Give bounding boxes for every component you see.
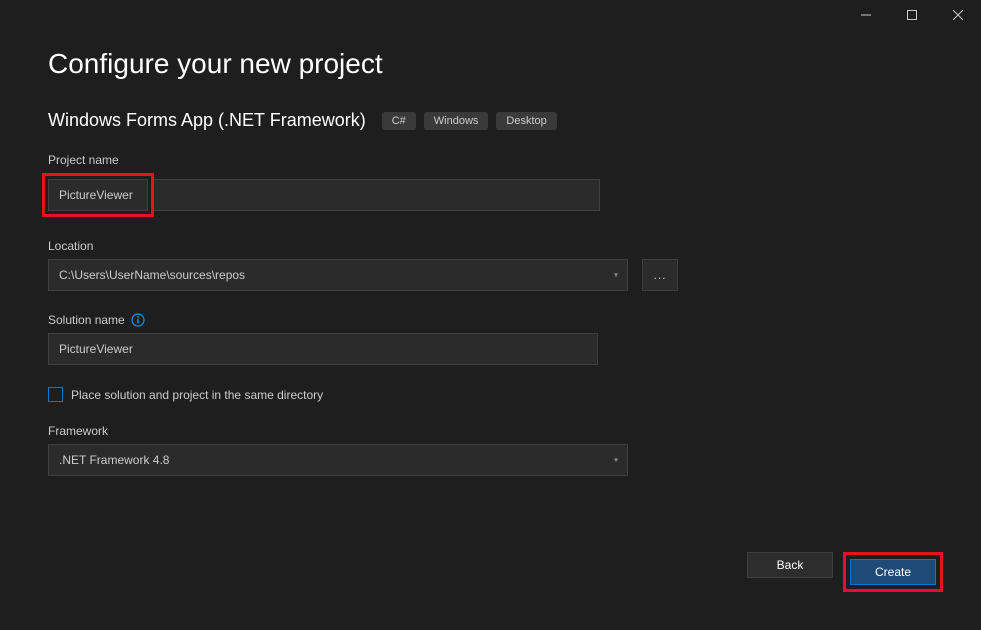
- solution-name-label: Solution name: [48, 313, 933, 327]
- framework-label: Framework: [48, 424, 933, 438]
- solution-name-label-text: Solution name: [48, 313, 125, 327]
- solution-name-input[interactable]: [48, 333, 598, 365]
- project-name-input-extension[interactable]: [154, 179, 600, 211]
- template-row: Windows Forms App (.NET Framework) C# Wi…: [48, 110, 933, 131]
- footer-buttons: Back Create: [747, 552, 943, 592]
- tag-group: C# Windows Desktop: [382, 112, 557, 130]
- same-directory-row[interactable]: Place solution and project in the same d…: [48, 387, 933, 402]
- browse-button[interactable]: ...: [642, 259, 678, 291]
- project-name-highlight: [42, 173, 154, 217]
- close-button[interactable]: [935, 0, 981, 30]
- tag-windows: Windows: [424, 112, 489, 130]
- project-name-field: Project name: [48, 153, 933, 217]
- info-icon[interactable]: [131, 313, 145, 327]
- location-input[interactable]: [48, 259, 628, 291]
- create-button[interactable]: Create: [850, 559, 936, 585]
- project-name-input[interactable]: [48, 179, 148, 211]
- create-button-highlight: Create: [843, 552, 943, 592]
- same-directory-label: Place solution and project in the same d…: [71, 388, 323, 402]
- tag-desktop: Desktop: [496, 112, 556, 130]
- tag-csharp: C#: [382, 112, 416, 130]
- location-label: Location: [48, 239, 933, 253]
- page-title: Configure your new project: [48, 48, 933, 80]
- template-name: Windows Forms App (.NET Framework): [48, 110, 366, 131]
- same-directory-checkbox[interactable]: [48, 387, 63, 402]
- framework-field: Framework ▾: [48, 424, 933, 476]
- framework-select[interactable]: [48, 444, 628, 476]
- location-field: Location ▾ ...: [48, 239, 933, 291]
- back-button[interactable]: Back: [747, 552, 833, 578]
- content-area: Configure your new project Windows Forms…: [0, 30, 981, 476]
- titlebar: [0, 0, 981, 30]
- solution-name-field: Solution name: [48, 313, 933, 365]
- minimize-button[interactable]: [843, 0, 889, 30]
- project-name-label: Project name: [48, 153, 933, 167]
- maximize-button[interactable]: [889, 0, 935, 30]
